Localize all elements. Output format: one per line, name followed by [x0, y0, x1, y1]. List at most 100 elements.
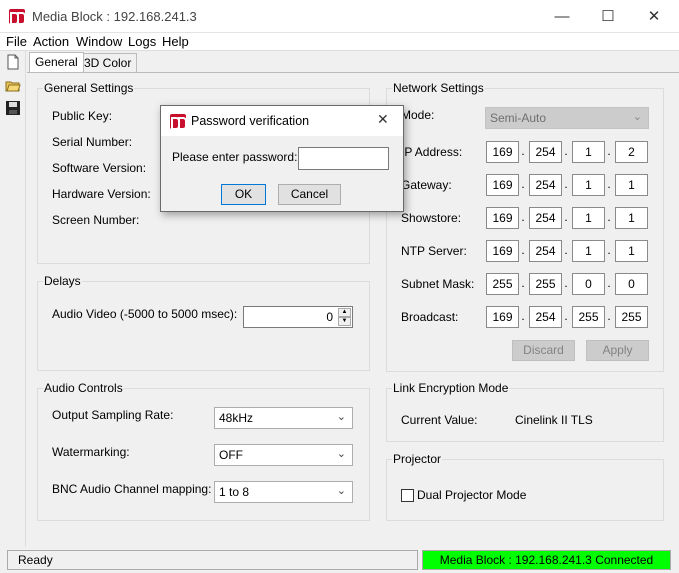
ip-separator: .	[607, 210, 611, 224]
watermarking-value: OFF	[219, 448, 243, 462]
bnc-audio-channel-mapping-select[interactable]: 1 to 8 ⌄	[214, 481, 353, 503]
password-dialog: Password verification ✕ Please enter pas…	[160, 105, 404, 212]
projector-group: Projector Dual Projector Mode	[386, 452, 664, 521]
menu-file[interactable]: File	[6, 34, 27, 49]
watermarking-label: Watermarking:	[52, 445, 130, 459]
ip-separator: .	[564, 144, 568, 158]
save-disk-icon[interactable]	[5, 100, 21, 116]
ntp-server-octet-4[interactable]: 1	[615, 240, 648, 262]
broadcast-octet-2[interactable]: 254	[529, 306, 562, 328]
open-folder-icon[interactable]	[5, 78, 21, 94]
link-encryption-title: Link Encryption Mode	[392, 381, 510, 395]
dolby-logo-icon	[170, 114, 187, 130]
new-document-icon[interactable]	[5, 54, 21, 70]
hardware-version-label: Hardware Version:	[52, 187, 151, 201]
audio-video-delay-value: 0	[326, 310, 333, 324]
showstore-octet-2[interactable]: 254	[529, 207, 562, 229]
ip-separator: .	[521, 243, 525, 257]
current-value: Cinelink II TLS	[515, 413, 593, 427]
ip-separator: .	[521, 309, 525, 323]
ip-address-octet-1[interactable]: 169	[486, 141, 519, 163]
watermarking-select[interactable]: OFF ⌄	[214, 444, 353, 466]
ip-separator: .	[564, 177, 568, 191]
ip-separator: .	[607, 309, 611, 323]
gateway-octet-2[interactable]: 254	[529, 174, 562, 196]
gateway-octet-3[interactable]: 1	[572, 174, 605, 196]
ip-separator: .	[521, 177, 525, 191]
gateway-octet-1[interactable]: 169	[486, 174, 519, 196]
output-sampling-rate-label: Output Sampling Rate:	[52, 408, 174, 422]
status-text: Ready	[7, 550, 418, 570]
ip-address-octet-2[interactable]: 254	[529, 141, 562, 163]
menu-bar: File Action Window Logs Help	[0, 33, 679, 51]
maximize-button[interactable]: ☐	[585, 4, 631, 30]
showstore-octet-4[interactable]: 1	[615, 207, 648, 229]
ip-separator: .	[564, 276, 568, 290]
ip-separator: .	[521, 210, 525, 224]
ok-button[interactable]: OK	[221, 184, 266, 205]
ntp-server-label: NTP Server:	[401, 244, 467, 258]
link-encryption-group: Link Encryption Mode Current Value: Cine…	[386, 381, 664, 442]
chevron-down-icon: ⌄	[336, 485, 346, 497]
subnet-mask-octet-2[interactable]: 255	[529, 273, 562, 295]
gateway-octet-4[interactable]: 1	[615, 174, 648, 196]
ntp-server-octet-3[interactable]: 1	[572, 240, 605, 262]
tab-3d-color[interactable]: 3D Color	[78, 53, 138, 72]
ip-separator: .	[564, 243, 568, 257]
ip-separator: .	[607, 177, 611, 191]
menu-action[interactable]: Action	[33, 34, 69, 49]
public-key-label: Public Key:	[52, 109, 113, 123]
ntp-server-octet-2[interactable]: 254	[529, 240, 562, 262]
ip-separator: .	[564, 309, 568, 323]
network-settings-title: Network Settings	[392, 81, 485, 95]
mode-select[interactable]: Semi-Auto ⌄	[485, 107, 649, 129]
menu-window[interactable]: Window	[76, 34, 122, 49]
tab-general[interactable]: General	[29, 52, 84, 72]
cancel-button[interactable]: Cancel	[278, 184, 341, 205]
close-button[interactable]: ✕	[631, 4, 677, 30]
subnet-mask-label: Subnet Mask:	[401, 277, 475, 291]
left-toolbar	[0, 51, 26, 547]
ip-separator: .	[607, 243, 611, 257]
output-sampling-rate-select[interactable]: 48kHz ⌄	[214, 407, 353, 429]
broadcast-octet-3[interactable]: 255	[572, 306, 605, 328]
ip-address-octet-4[interactable]: 2	[615, 141, 648, 163]
general-settings-title: General Settings	[43, 81, 135, 95]
showstore-octet-1[interactable]: 169	[486, 207, 519, 229]
connection-status: Media Block : 192.168.241.3 Connected	[422, 550, 671, 570]
subnet-mask-octet-3[interactable]: 0	[572, 273, 605, 295]
audio-video-delay-spinner[interactable]: 0 ▲ ▼	[243, 306, 353, 328]
spinner-up-icon[interactable]: ▲	[338, 308, 351, 317]
password-prompt: Please enter password:	[172, 150, 298, 164]
minimize-button[interactable]: —	[539, 4, 585, 30]
chevron-down-icon: ⌄	[336, 448, 346, 460]
projector-title: Projector	[392, 452, 443, 466]
ntp-server-octet-1[interactable]: 169	[486, 240, 519, 262]
menu-help[interactable]: Help	[162, 34, 189, 49]
audio-controls-group: Audio Controls Output Sampling Rate: 48k…	[37, 381, 370, 521]
showstore-octet-3[interactable]: 1	[572, 207, 605, 229]
dialog-close-icon[interactable]: ✕	[377, 111, 389, 128]
discard-button[interactable]: Discard	[512, 340, 575, 361]
software-version-label: Software Version:	[52, 161, 147, 175]
apply-button[interactable]: Apply	[586, 340, 649, 361]
audio-video-delay-label: Audio Video (-5000 to 5000 msec):	[52, 307, 238, 321]
spinner-down-icon[interactable]: ▼	[338, 317, 351, 326]
title-bar: Media Block : 192.168.241.3 — ☐ ✕	[0, 0, 679, 33]
broadcast-octet-4[interactable]: 255	[615, 306, 648, 328]
screen-number-label: Screen Number:	[52, 213, 140, 227]
menu-logs[interactable]: Logs	[128, 34, 156, 49]
subnet-mask-octet-4[interactable]: 0	[615, 273, 648, 295]
dual-projector-checkbox[interactable]	[401, 489, 414, 502]
dialog-title-bar: Password verification ✕	[161, 106, 403, 136]
subnet-mask-octet-1[interactable]: 255	[486, 273, 519, 295]
password-input[interactable]	[298, 147, 389, 170]
ip-separator: .	[521, 144, 525, 158]
broadcast-octet-1[interactable]: 169	[486, 306, 519, 328]
mode-value: Semi-Auto	[490, 111, 547, 125]
network-settings-group: Network Settings Mode: Semi-Auto ⌄ IP Ad…	[386, 81, 664, 372]
chevron-down-icon: ⌄	[632, 111, 642, 123]
showstore-label: Showstore:	[401, 211, 462, 225]
ip-separator: .	[521, 276, 525, 290]
ip-address-octet-3[interactable]: 1	[572, 141, 605, 163]
